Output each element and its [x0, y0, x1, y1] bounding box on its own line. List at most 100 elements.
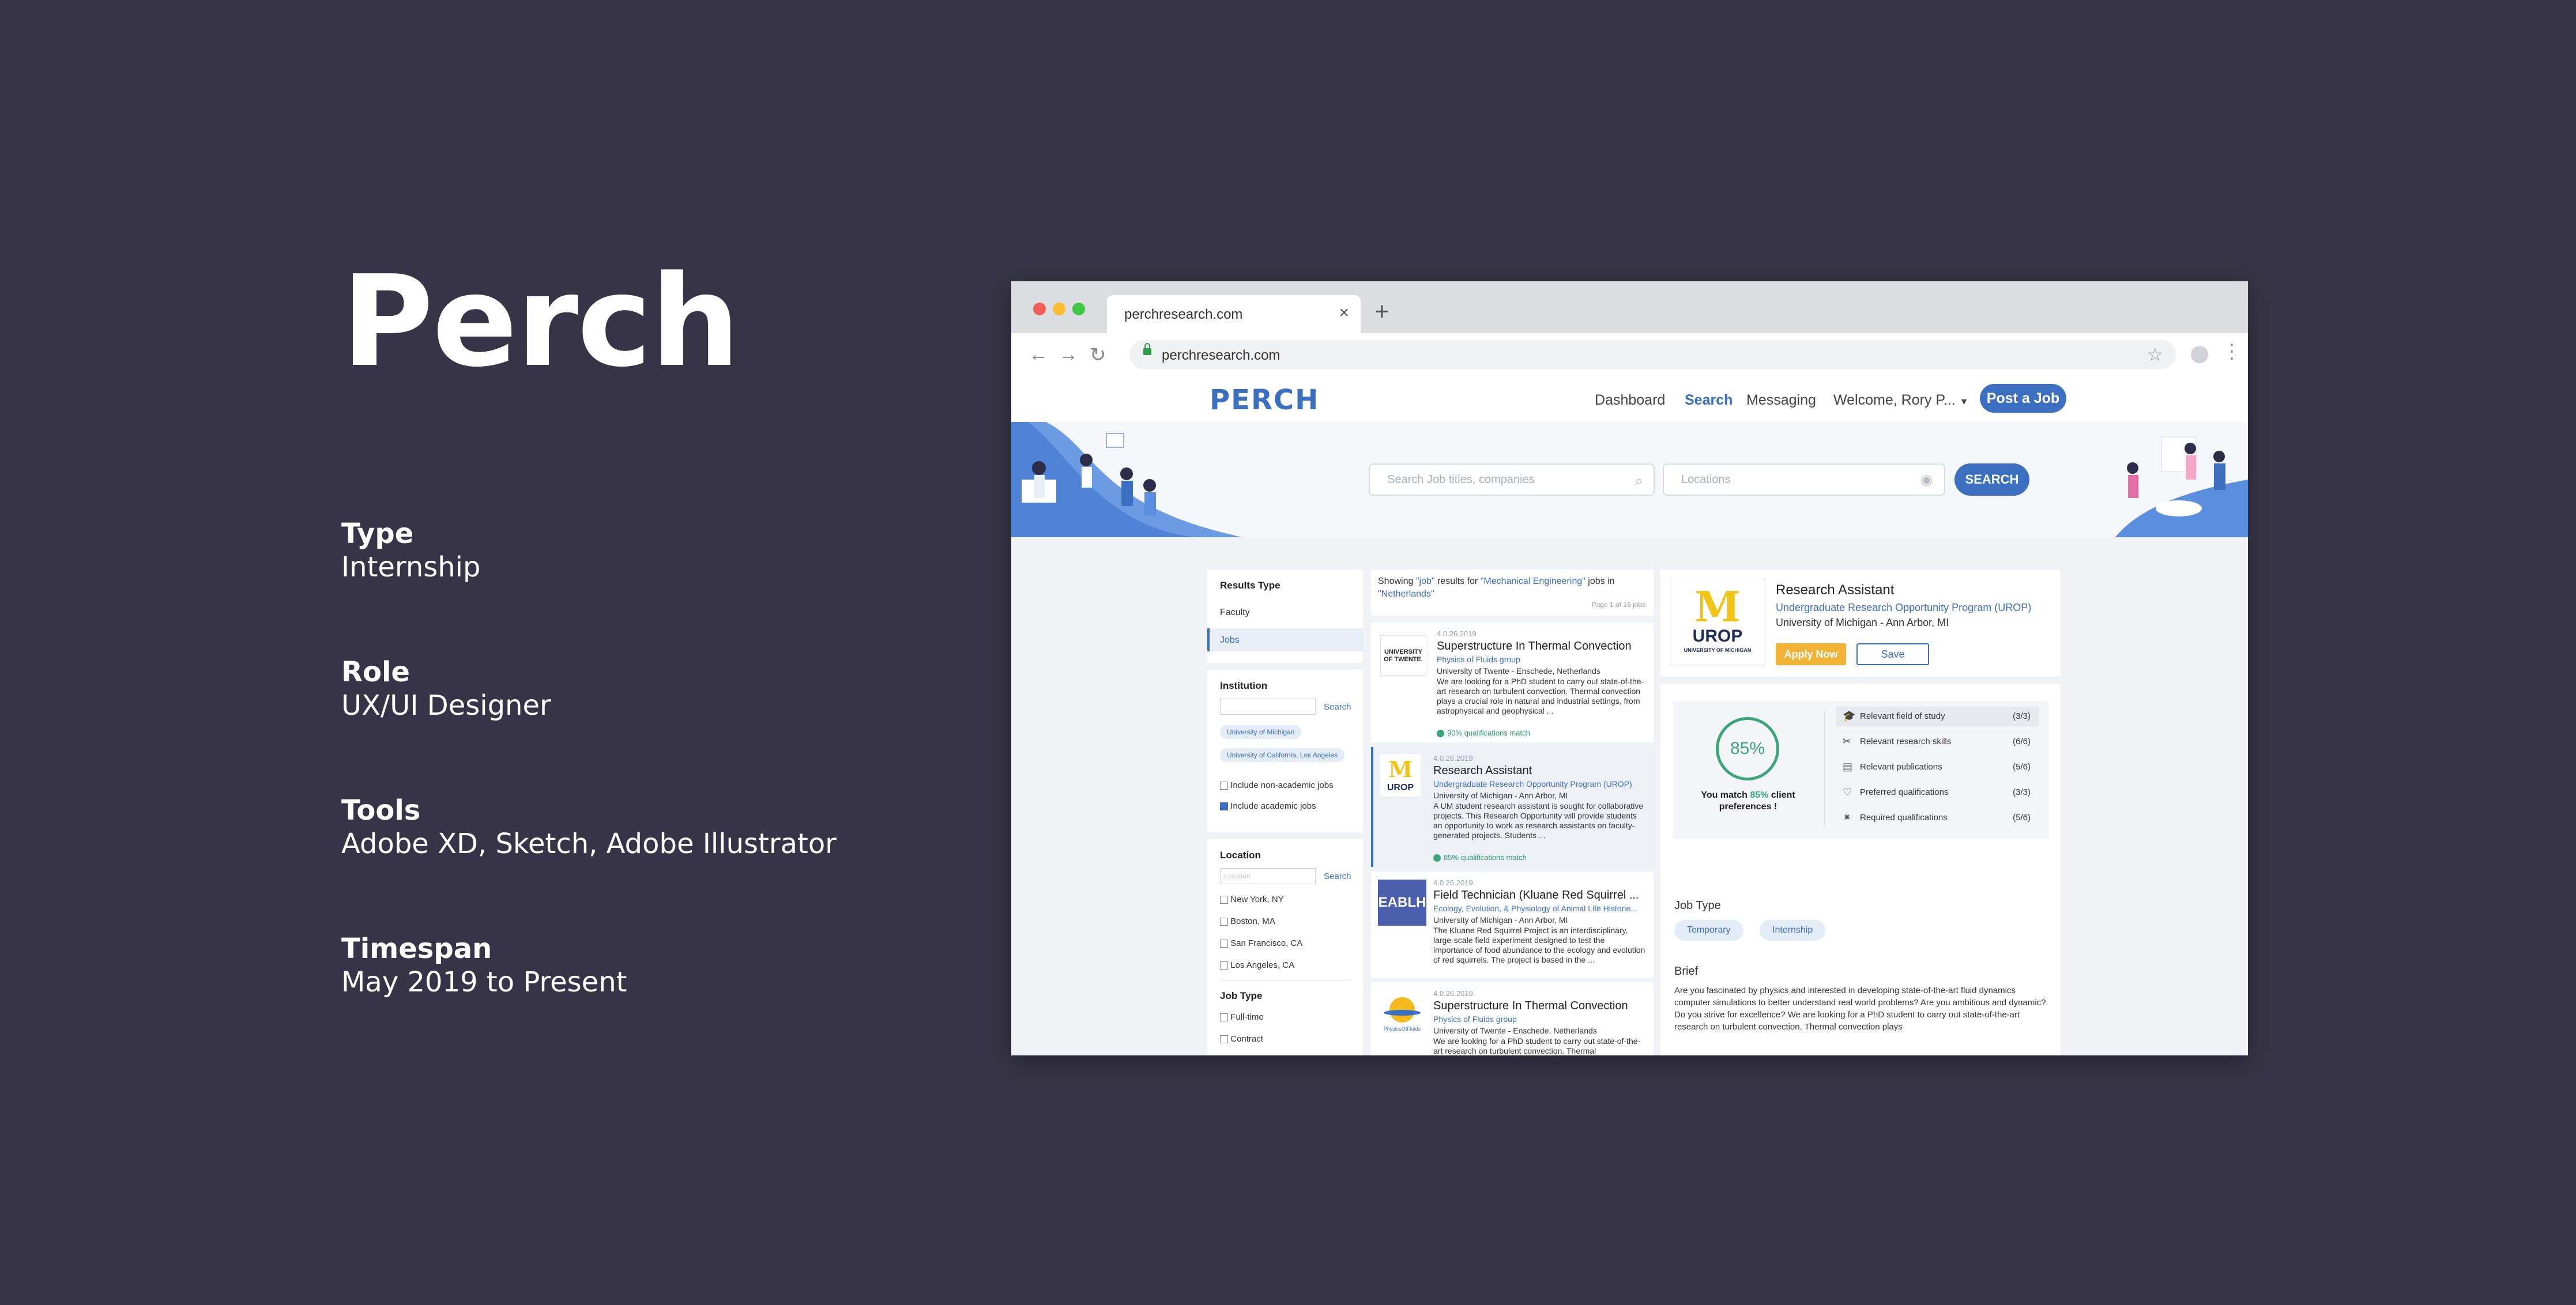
job-type-heading: Job Type [1674, 899, 1721, 912]
close-window-dot[interactable] [1033, 303, 1046, 315]
physics-logo-text: PhysicsOfFluids [1383, 1026, 1421, 1032]
nav-search[interactable]: Search [1685, 392, 1733, 409]
search-icon: ⌕ [1635, 472, 1643, 489]
job-description: The Kluane Red Squirrel Project is an in… [1433, 926, 1645, 964]
match-text: 90% qualifications match [1447, 729, 1530, 737]
tools-icon: ✂ [1843, 736, 1852, 747]
match-prefix: You match [1701, 790, 1748, 800]
url-field[interactable]: perchresearch.com ☆ [1129, 340, 2176, 369]
checkbox-icon [1220, 896, 1228, 904]
job-group: Undergraduate Research Opportunity Progr… [1433, 779, 1632, 789]
divider [1824, 711, 1825, 827]
job-description: We are looking for a PhD student to carr… [1437, 677, 1644, 715]
qualification-count: (3/3) [2013, 711, 2031, 721]
qualification-count: (5/6) [2013, 813, 2031, 823]
nav-messaging[interactable]: Messaging [1746, 392, 1816, 409]
qualification-label: Relevant research skills [1860, 737, 1952, 746]
meta-tools-label: Tools [341, 794, 421, 827]
results-type-faculty[interactable]: Faculty [1220, 608, 1250, 618]
job-group: Ecology, Evolution, & Physiology of Anim… [1433, 904, 1637, 913]
include-nonacademic-checkbox[interactable]: Include non-academic jobs [1220, 780, 1334, 790]
address-bar: ← → ↻ perchresearch.com ☆ ⋮ [1011, 333, 2248, 376]
institution-search-link[interactable]: Search [1324, 702, 1351, 712]
location-option[interactable]: New York, NY [1220, 895, 1284, 904]
qualification-row: ♡ Preferred qualifications (3/3) [1836, 783, 2039, 802]
job-description: A UM student research assistant is sough… [1433, 801, 1644, 840]
qualification-count: (3/3) [2013, 787, 2031, 797]
save-button[interactable]: Save [1856, 643, 1929, 665]
institution-tag[interactable]: University of Michigan [1220, 725, 1302, 739]
search-button[interactable]: SEARCH [1954, 463, 2029, 496]
job-detail-header: M UROP UNIVERSITY OF MICHIGAN Research A… [1660, 569, 2061, 677]
checkbox-icon [1220, 1035, 1228, 1044]
location-pin-icon: ◉ [1920, 472, 1933, 488]
job-type-option[interactable]: Contract [1220, 1034, 1263, 1044]
minimize-window-dot[interactable] [1053, 303, 1065, 315]
detail-org: University of Michigan - Ann Arbor, MI [1776, 617, 1949, 628]
job-org: University of Michigan - Ann Arbor, MI [1433, 791, 1568, 800]
forward-icon[interactable]: → [1059, 344, 1078, 366]
job-type-option[interactable]: Full-time [1220, 1012, 1264, 1022]
results-summary-text: Showing "job" results for "Mechanical En… [1378, 575, 1649, 601]
institution-input[interactable] [1220, 699, 1316, 715]
bookmark-star-icon[interactable]: ☆ [2146, 344, 2163, 365]
qualification-label: Preferred qualifications [1860, 787, 1949, 797]
url-text: perchresearch.com [1162, 348, 1281, 363]
location-panel: Location Location Search New York, NY Bo… [1207, 839, 1363, 1055]
nav-dashboard[interactable]: Dashboard [1595, 392, 1665, 409]
apply-now-button[interactable]: Apply Now [1776, 643, 1846, 665]
checkbox-icon [1220, 961, 1228, 970]
page-info: Page 1 of 16 jobs [1591, 601, 1645, 609]
perch-logo[interactable]: PERCH [1210, 384, 1319, 416]
qualification-match: 90% qualifications match [1437, 729, 1530, 738]
eablh-logo: EABLH [1378, 880, 1426, 926]
check-circle-icon [1437, 730, 1444, 738]
meta-role-label: Role [341, 656, 410, 688]
match-percent: 85% [1750, 790, 1769, 800]
location-input[interactable]: Locations ◉ [1663, 463, 1945, 496]
nav-welcome-menu[interactable]: Welcome, Rory P... ▼ [1833, 392, 1968, 409]
location-option[interactable]: Los Angeles, CA [1220, 960, 1294, 970]
reload-icon[interactable]: ↻ [1090, 344, 1106, 367]
meta-timespan: Timespan May 2019 to Present [341, 935, 627, 996]
match-score-ring: 85% [1716, 717, 1779, 780]
job-card-selected[interactable]: M UROP 4.0.26.2019 Research Assistant Un… [1371, 747, 1654, 867]
urop-logo-text: UROP [1387, 783, 1414, 793]
job-search-input[interactable]: Search Job titles, companies ⌕ [1369, 463, 1655, 496]
match-summary: 85% You match 85% client preferences ! 🎓… [1673, 701, 2049, 839]
job-card[interactable]: UNIVERSITY OF TWENTE. 4.0.26.2019 Supers… [1371, 623, 1654, 742]
location-option[interactable]: Boston, MA [1220, 916, 1275, 926]
detail-program[interactable]: Undergraduate Research Opportunity Progr… [1776, 602, 2031, 614]
institution-tag[interactable]: University of California, Los Angeles [1220, 748, 1345, 762]
hero-illustration-right [2115, 436, 2248, 537]
location-option-label: San Francisco, CA [1230, 938, 1303, 948]
browser-tab[interactable]: perchresearch.com × [1107, 295, 1361, 333]
location-heading: Location [1220, 850, 1261, 861]
post-job-button[interactable]: Post a Job [1980, 384, 2066, 413]
job-card[interactable]: EABLH 4.0.26.2019 Field Technician (Klua… [1371, 872, 1654, 978]
star-icon: ✷ [1843, 812, 1852, 823]
jobs-in: jobs in [1588, 576, 1615, 586]
more-menu-icon[interactable]: ⋮ [2222, 340, 2242, 363]
back-icon[interactable]: ← [1029, 344, 1048, 366]
checkbox-icon [1220, 782, 1228, 790]
job-detail-body: 85% You match 85% client preferences ! 🎓… [1660, 684, 2061, 1055]
tab-close-icon[interactable]: × [1339, 303, 1349, 323]
location-filter-input[interactable]: Location [1220, 868, 1316, 884]
detail-logo: M UROP UNIVERSITY OF MICHIGAN [1670, 579, 1765, 665]
project-title: Perch [341, 249, 740, 395]
location-search-link[interactable]: Search [1324, 872, 1351, 881]
results-type-jobs[interactable]: Jobs [1207, 628, 1363, 651]
profile-icon[interactable] [2191, 346, 2208, 363]
qualification-label: Relevant field of study [1860, 711, 1945, 721]
match-statement: You match 85% client preferences ! [1690, 790, 1806, 813]
meta-timespan-value: May 2019 to Present [341, 966, 627, 998]
job-title: Research Assistant [1433, 764, 1532, 777]
include-academic-checkbox[interactable]: Include academic jobs [1220, 801, 1316, 811]
maximize-window-dot[interactable] [1072, 303, 1085, 315]
new-tab-icon[interactable]: + [1374, 297, 1389, 326]
qualification-row: ▤ Relevant publications (5/6) [1836, 757, 2039, 777]
results-type-panel: Results Type Faculty Jobs [1207, 569, 1363, 663]
location-option[interactable]: San Francisco, CA [1220, 938, 1302, 948]
job-card[interactable]: PhysicsOfFluids 4.0.26.2019 Superstructu… [1371, 982, 1654, 1055]
